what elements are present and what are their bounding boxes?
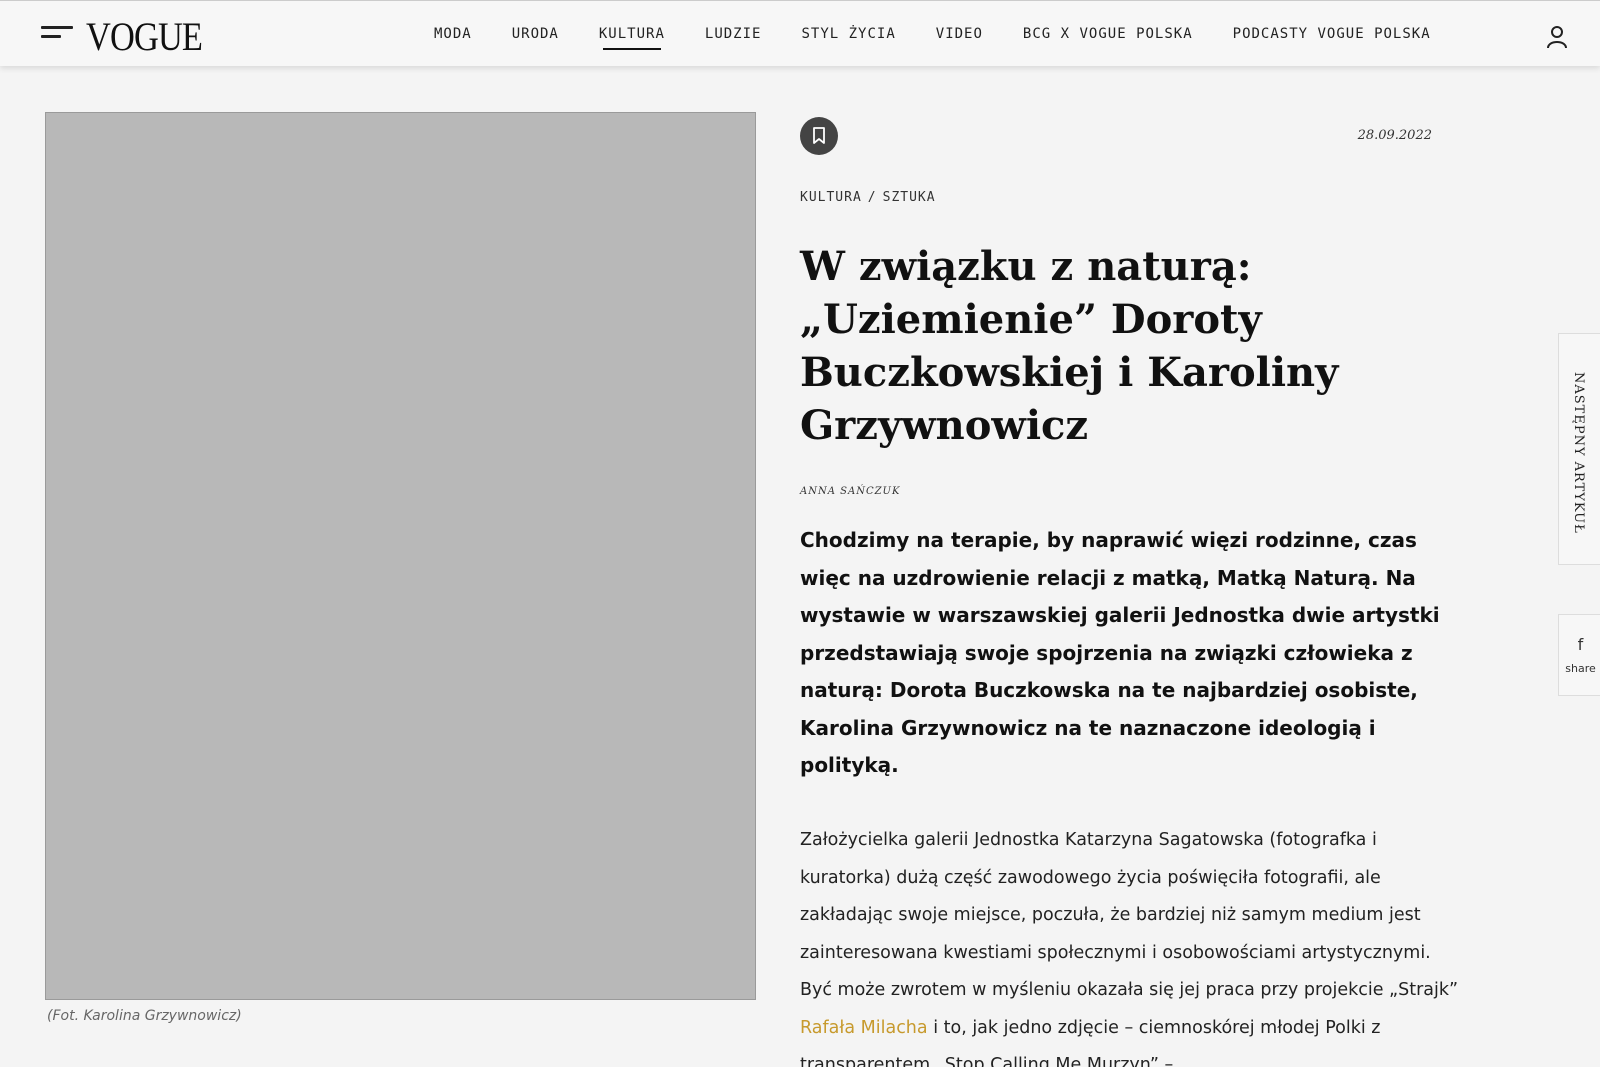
bookmark-icon (813, 127, 825, 144)
nav-item-uroda[interactable]: URODA (512, 26, 559, 42)
facebook-icon: f (1577, 635, 1584, 654)
article-body-paragraph: Założycielka galerii Jednostka Katarzyna… (800, 822, 1460, 1067)
main-nav: MODA URODA KULTURA LUDZIE STYL ŻYCIA VID… (434, 1, 1431, 67)
hamburger-menu-icon[interactable] (41, 26, 73, 40)
article-lead: Chodzimy na terapie, by naprawić więzi r… (800, 528, 1440, 777)
share-label: share (1565, 662, 1596, 675)
nav-item-moda[interactable]: MODA (434, 26, 472, 42)
next-article-label: NASTĘPNY ARTYKUŁ (1571, 372, 1586, 534)
nav-item-video[interactable]: VIDEO (936, 26, 983, 42)
body-link-rafal-milacha[interactable]: Rafała Milacha (800, 1018, 928, 1038)
nav-item-styl-zycia[interactable]: STYL ŻYCIA (801, 26, 895, 42)
nav-item-bcg-x-vogue[interactable]: BCG X VOGUE POLSKA (1023, 26, 1193, 42)
hero-image (45, 112, 756, 1000)
facebook-share-button[interactable]: f share (1558, 614, 1600, 696)
nav-item-kultura[interactable]: KULTURA (599, 26, 665, 50)
breadcrumb-subsection[interactable]: SZTUKA (883, 190, 936, 205)
breadcrumb-section[interactable]: KULTURA (800, 190, 862, 205)
image-caption: (Fot. Karolina Grzywnowicz) (47, 1008, 242, 1024)
article-author[interactable]: Anna Sańczuk (800, 486, 900, 497)
bookmark-button[interactable] (800, 117, 838, 155)
breadcrumb: KULTURA / SZTUKA (800, 190, 936, 205)
nav-item-ludzie[interactable]: LUDZIE (705, 26, 762, 42)
article-title: W związku z naturą: „Uziemienie” Doroty … (800, 243, 1339, 449)
site-header: VOGUE MODA URODA KULTURA LUDZIE STYL ŻYC… (0, 0, 1600, 66)
publish-date: 28.09.2022 (1357, 128, 1432, 143)
body-text-start: Założycielka galerii Jednostka Katarzyna… (800, 830, 1459, 1000)
vogue-logo[interactable]: VOGUE (86, 13, 203, 60)
breadcrumb-separator: / (867, 190, 877, 205)
nav-item-podcasty[interactable]: PODCASTY VOGUE POLSKA (1233, 26, 1431, 42)
user-icon[interactable] (1546, 25, 1568, 49)
next-article-tab[interactable]: NASTĘPNY ARTYKUŁ (1558, 333, 1600, 565)
